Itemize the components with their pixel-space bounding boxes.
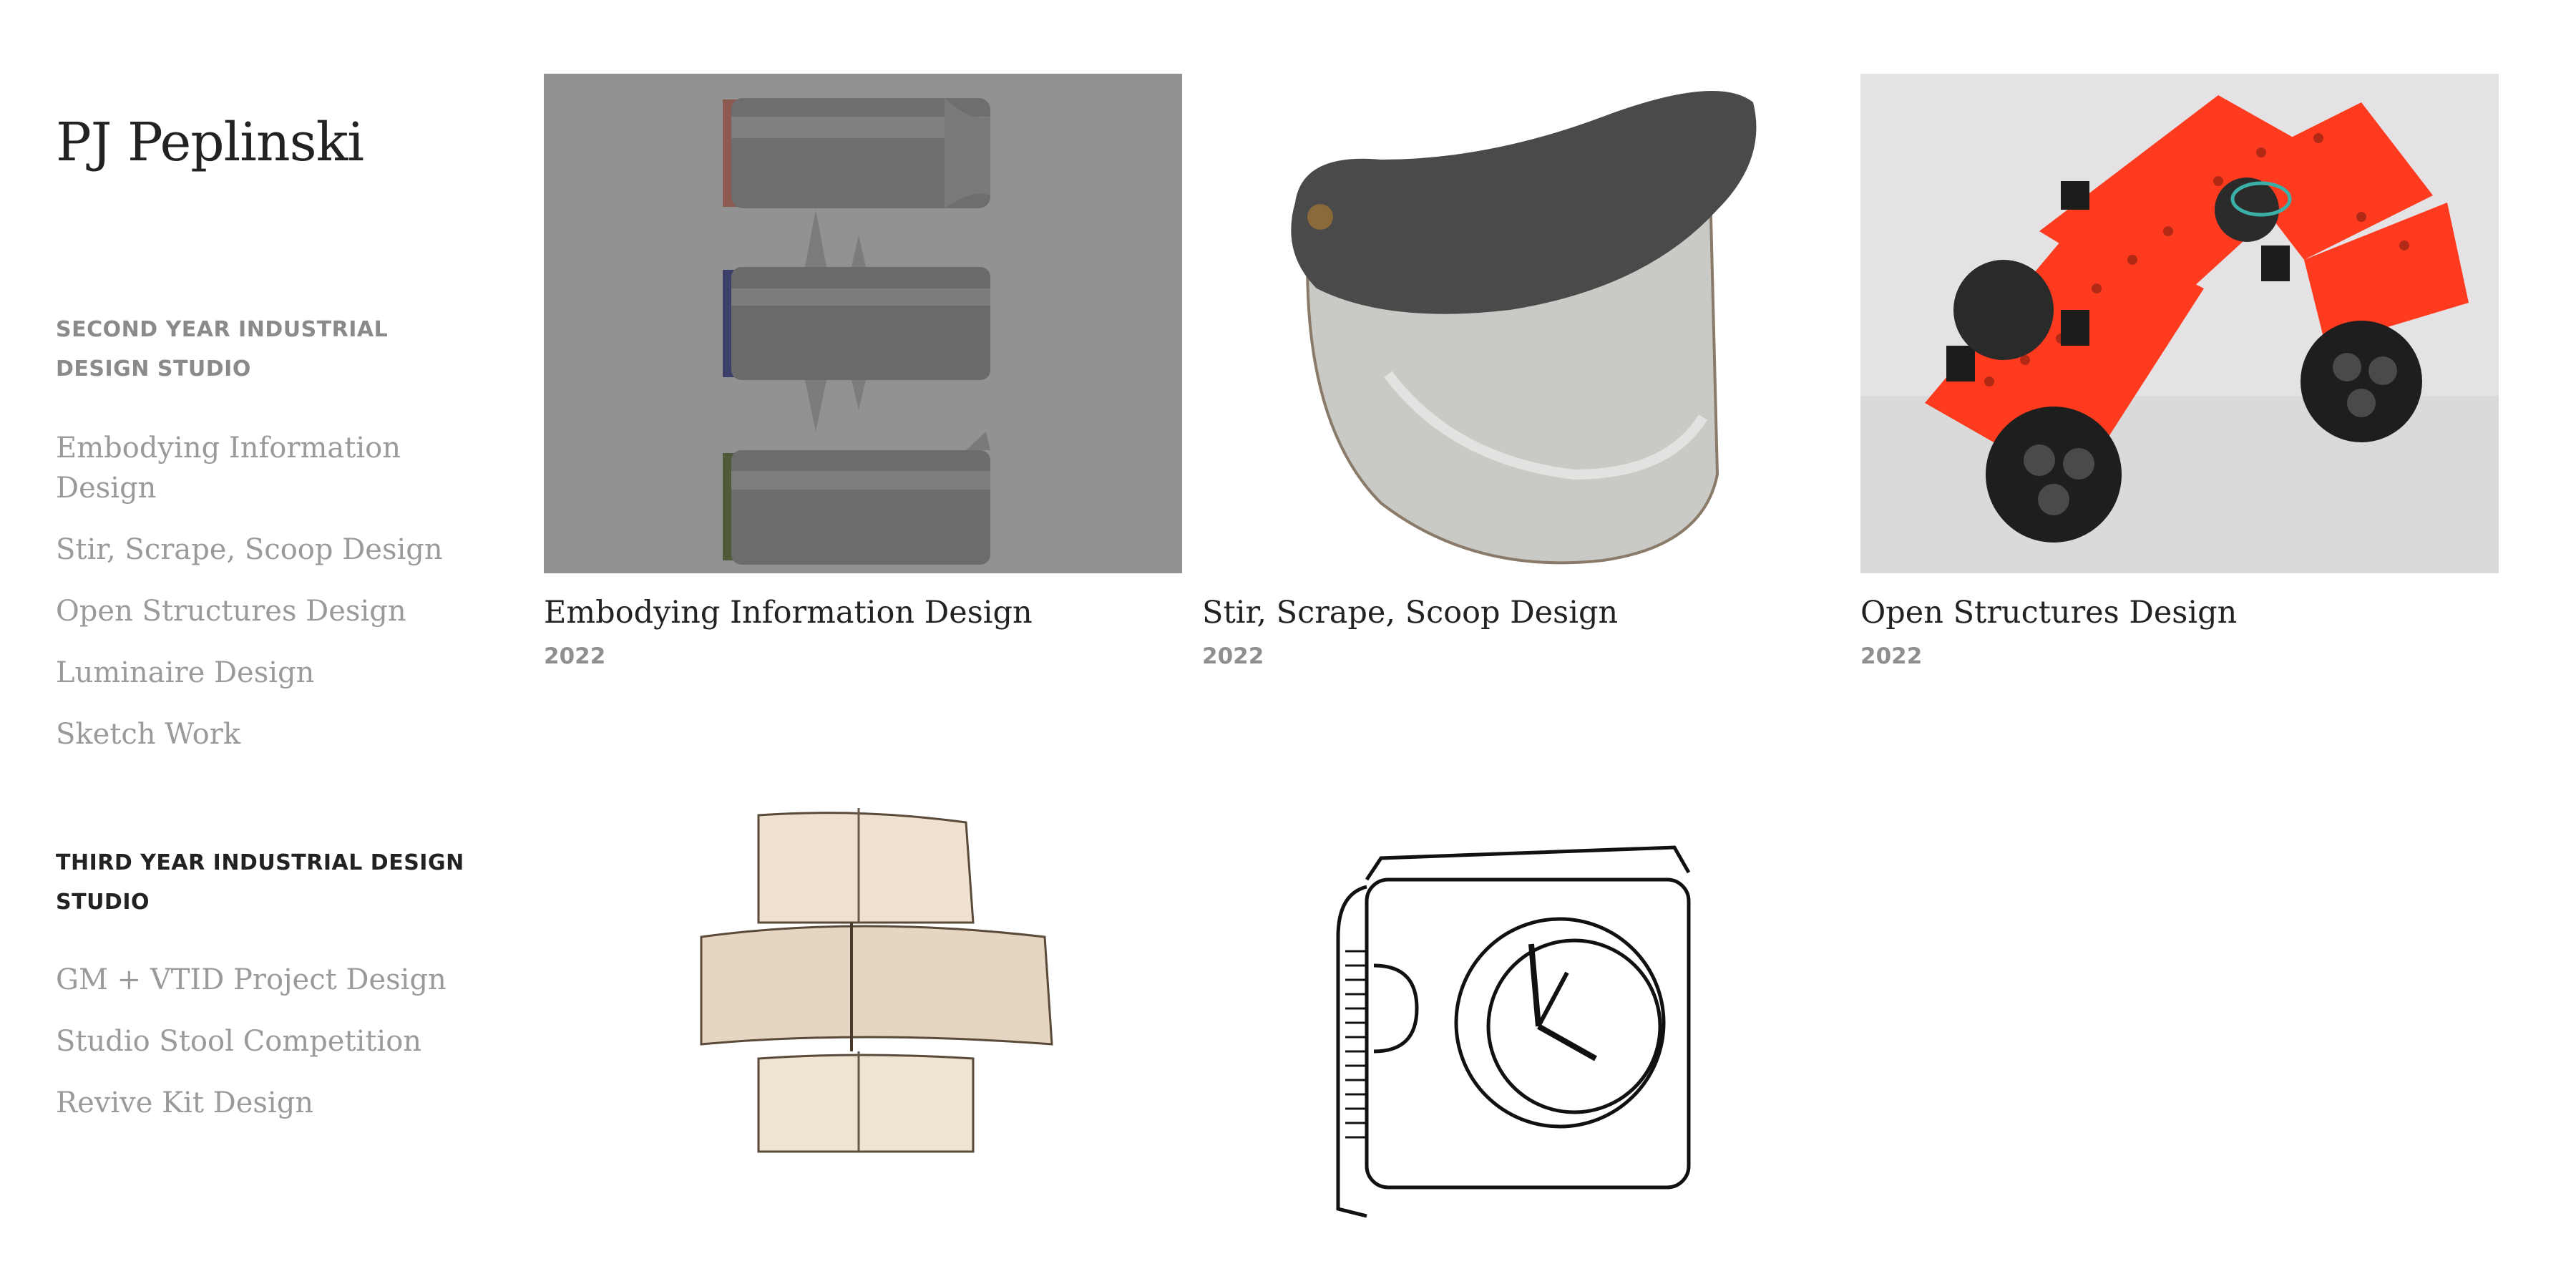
nav-list-second-year: Embodying Information Design Stir, Scrap… bbox=[56, 428, 457, 776]
nav-item-luminaire[interactable]: Luminaire Design bbox=[56, 653, 457, 693]
project-title[interactable]: Embodying Information Design bbox=[544, 595, 1182, 631]
site-title[interactable]: PJ Peplinski bbox=[56, 112, 364, 173]
project-thumbnail-cylinders[interactable] bbox=[544, 74, 1182, 573]
project-card-embodying-information[interactable]: Embodying Information Design 2022 bbox=[544, 74, 1182, 669]
project-thumbnail-red-structure[interactable] bbox=[1860, 74, 2499, 573]
project-year: 2022 bbox=[1202, 643, 1264, 669]
project-title[interactable]: Open Structures Design bbox=[1860, 595, 2499, 631]
project-card-sketch-work[interactable] bbox=[1202, 779, 1840, 1279]
section-heading-third-year: THIRD YEAR INDUSTRIAL DESIGN STUDIO bbox=[56, 850, 464, 915]
nav-item-sketch-work[interactable]: Sketch Work bbox=[56, 714, 457, 754]
project-thumbnail-clock-sketch[interactable] bbox=[1202, 779, 1840, 1279]
project-year: 2022 bbox=[1860, 643, 1923, 669]
nav-item-revive-kit[interactable]: Revive Kit Design bbox=[56, 1083, 457, 1123]
project-year: 2022 bbox=[544, 643, 606, 669]
project-thumbnail-scoop[interactable] bbox=[1202, 74, 1840, 573]
project-card-luminaire[interactable] bbox=[544, 779, 1182, 1279]
nav-item-embodying-information[interactable]: Embodying Information Design bbox=[56, 428, 457, 508]
project-title[interactable]: Stir, Scrape, Scoop Design bbox=[1202, 595, 1840, 631]
project-card-open-structures[interactable]: Open Structures Design 2022 bbox=[1860, 74, 2499, 669]
nav-item-gm-vtid[interactable]: GM + VTID Project Design bbox=[56, 960, 457, 1000]
project-thumbnail-lamp[interactable] bbox=[544, 779, 1182, 1279]
nav-item-open-structures[interactable]: Open Structures Design bbox=[56, 591, 457, 631]
project-card-stir-scrape-scoop[interactable]: Stir, Scrape, Scoop Design 2022 bbox=[1202, 74, 1840, 669]
nav-item-studio-stool[interactable]: Studio Stool Competition bbox=[56, 1021, 457, 1061]
nav-list-third-year: GM + VTID Project Design Studio Stool Co… bbox=[56, 960, 457, 1144]
nav-item-stir-scrape-scoop[interactable]: Stir, Scrape, Scoop Design bbox=[56, 530, 457, 570]
section-heading-second-year: SECOND YEAR INDUSTRIAL DESIGN STUDIO bbox=[56, 317, 389, 381]
